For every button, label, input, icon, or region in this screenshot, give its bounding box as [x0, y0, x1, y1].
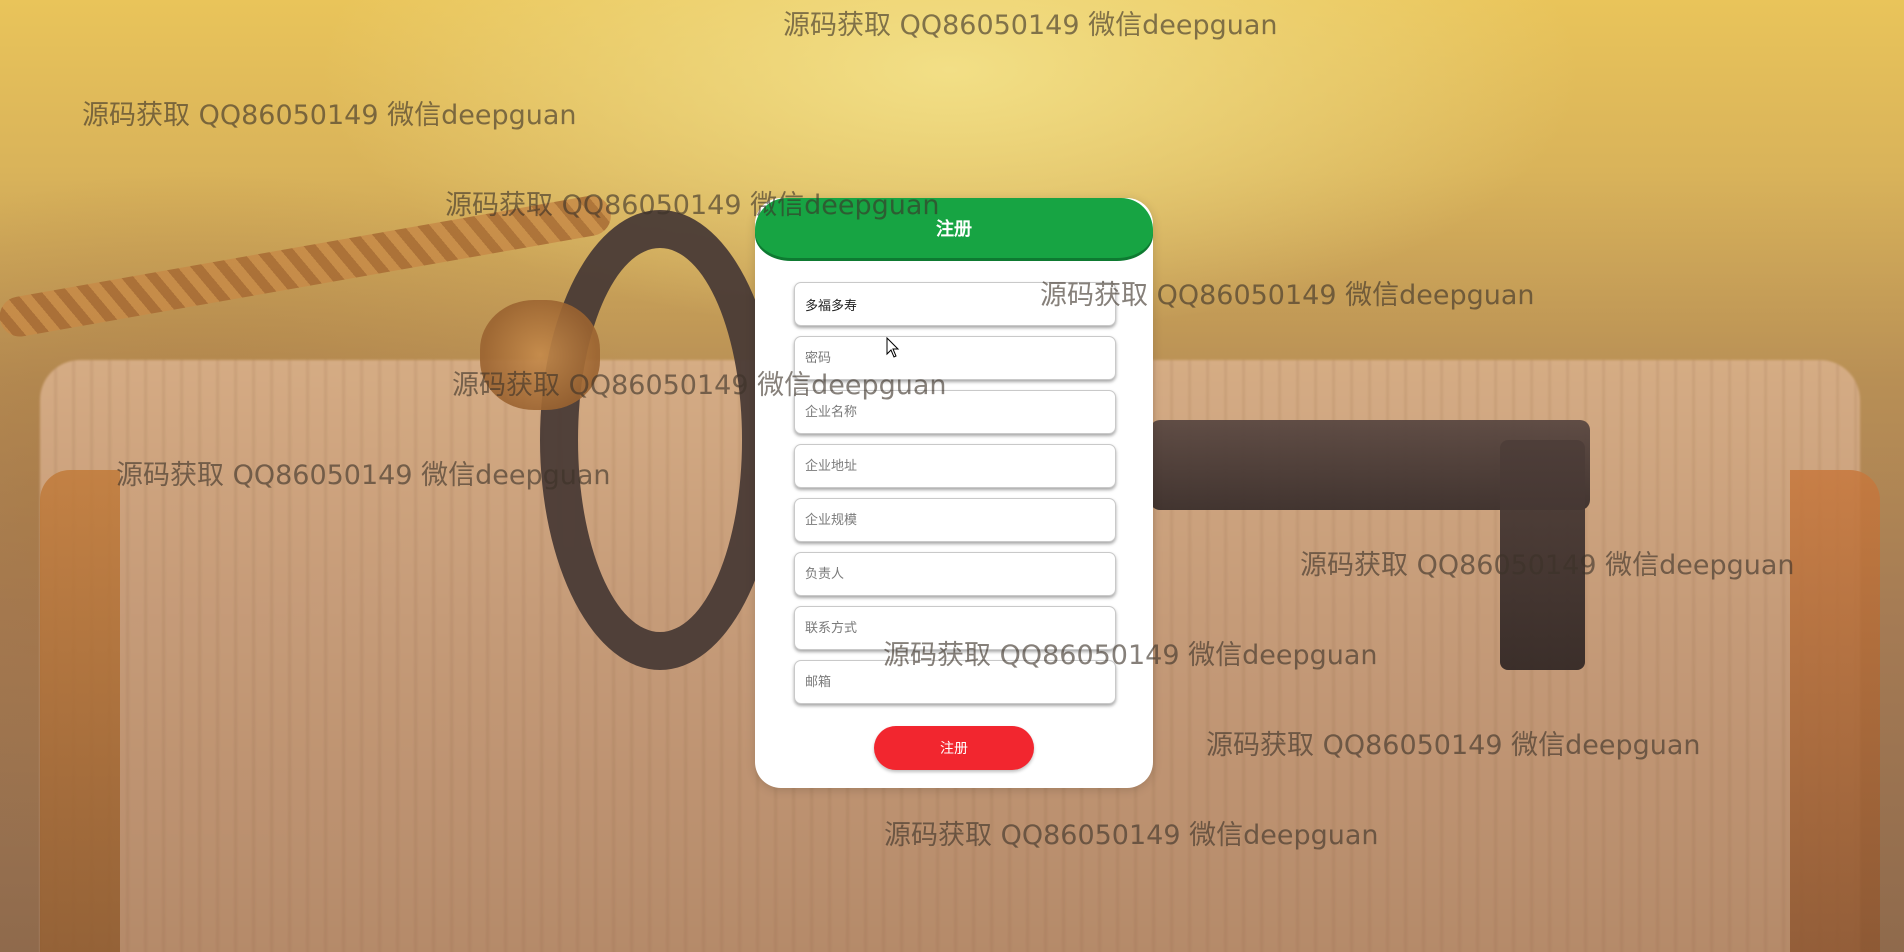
email-input[interactable]: [794, 660, 1116, 704]
company-name-input[interactable]: [794, 390, 1116, 434]
page-background: 注册 注册 源码获取 QQ86050149 微信deepguan 源码获取 QQ…: [0, 0, 1904, 952]
background-book-spine-left: [40, 470, 120, 952]
username-input[interactable]: [794, 282, 1116, 326]
company-size-input[interactable]: [794, 498, 1116, 542]
company-address-input[interactable]: [794, 444, 1116, 488]
register-card: 注册 注册: [755, 198, 1153, 788]
register-submit-button[interactable]: 注册: [874, 726, 1034, 770]
phone-input[interactable]: [794, 606, 1116, 650]
contact-person-input[interactable]: [794, 552, 1116, 596]
register-title: 注册: [936, 219, 972, 240]
mouse-pointer-icon: [886, 337, 900, 358]
register-card-header: 注册: [755, 198, 1153, 258]
watermark-text: 源码获取 QQ86050149 微信deepguan: [82, 100, 577, 131]
password-input[interactable]: [794, 336, 1116, 380]
background-key-bit: [1500, 440, 1585, 670]
background-key-ring: [540, 210, 780, 670]
watermark-text: 源码获取 QQ86050149 微信deepguan: [783, 10, 1278, 41]
background-rope-knot: [480, 300, 600, 410]
background-book-spine-right: [1790, 470, 1880, 952]
